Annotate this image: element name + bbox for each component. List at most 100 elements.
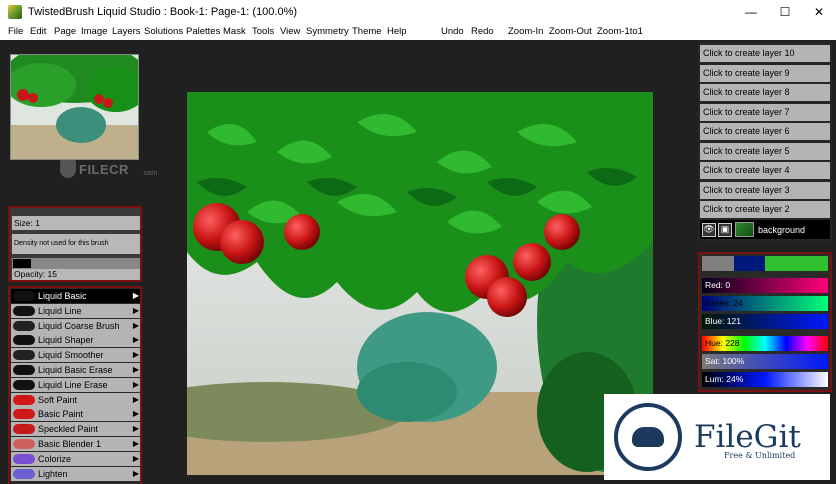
saturation-slider[interactable]: Sat: 100% (702, 354, 828, 369)
window-title: TwistedBrush Liquid Studio : Book-1: Pag… (28, 6, 298, 18)
brush-item[interactable]: Liquid Basic Erase ▶ (11, 363, 140, 377)
density-slider[interactable]: Density not used for this brush (12, 234, 140, 254)
eye-icon[interactable]: 👁 (702, 222, 716, 237)
brush-preview-icon (13, 291, 35, 301)
menu-mask[interactable]: Mask (223, 26, 246, 37)
create-layer-button[interactable]: Click to create layer 3 (700, 181, 830, 199)
brush-item[interactable]: Basic Blender 1 ▶ (11, 437, 140, 451)
create-layer-button[interactable]: Click to create layer 10 (700, 45, 830, 62)
brush-item[interactable]: Liquid Line Erase ▶ (11, 377, 140, 392)
color-swatch[interactable] (702, 256, 734, 271)
brush-label: Speckled Paint (38, 424, 99, 435)
menu-page[interactable]: Page (54, 26, 76, 37)
arrow-right-icon[interactable]: ▶ (133, 395, 139, 404)
arrow-right-icon[interactable]: ▶ (133, 454, 139, 463)
menu-image[interactable]: Image (81, 26, 107, 37)
menu-view[interactable]: View (280, 26, 300, 37)
close-button[interactable]: ✕ (802, 0, 836, 24)
brush-label: Colorize (38, 453, 72, 464)
menu-tools[interactable]: Tools (252, 26, 274, 37)
create-layer-button[interactable]: Click to create layer 5 (700, 142, 830, 160)
background-layer[interactable]: 👁 ▣ background (700, 220, 830, 239)
green-slider[interactable]: Green: 24 (702, 296, 828, 311)
color-swatch[interactable] (733, 256, 765, 271)
create-layer-button[interactable]: Click to create layer 8 (700, 84, 830, 101)
create-layer-button[interactable]: Click to create layer 2 (700, 201, 830, 218)
zoom-in-button[interactable]: Zoom-In (508, 26, 543, 37)
arrow-right-icon[interactable]: ▶ (133, 321, 139, 330)
lock-icon[interactable]: ▣ (718, 222, 732, 237)
layers-panel: Click to create layer 10 Click to create … (698, 42, 832, 241)
arrow-right-icon[interactable]: ▶ (133, 439, 139, 448)
brush-item[interactable]: Basic Paint ▶ (11, 407, 140, 422)
brush-item[interactable]: Liquid Basic ▶ (11, 289, 140, 303)
opacity-slider[interactable]: Opacity: 15 (12, 269, 140, 280)
color-swatch[interactable] (796, 256, 828, 271)
layer-thumbnail (735, 222, 754, 237)
brush-preview-icon (13, 424, 35, 435)
watermark-text: FILECR (79, 161, 129, 177)
brush-preview-icon (13, 320, 35, 331)
size-slider[interactable]: Size: 1 (12, 216, 140, 230)
menu-symmetry[interactable]: Symmetry (306, 26, 349, 37)
arrow-right-icon[interactable]: ▶ (133, 306, 139, 315)
window-controls: — ☐ ✕ (734, 0, 836, 24)
luminance-slider[interactable]: Lum: 24% (702, 372, 828, 387)
hue-slider[interactable]: Hue: 228 (702, 336, 828, 351)
brush-preview-icon (13, 439, 35, 449)
redo-button[interactable]: Redo (471, 26, 494, 37)
brush-label: Liquid Smoother (38, 350, 104, 361)
zoom-out-button[interactable]: Zoom-Out (549, 26, 592, 37)
brush-item[interactable]: Soft Paint ▶ (11, 392, 140, 407)
undo-button[interactable]: Undo (441, 26, 464, 37)
brush-settings-panel: Size: 1 Density not used for this brush … (8, 206, 142, 282)
menu-layers[interactable]: Layers (112, 26, 141, 37)
watermark-subtext: .com (142, 170, 158, 177)
brush-item[interactable]: Liquid Coarse Brush ▶ (11, 318, 140, 333)
zoom-1to1-button[interactable]: Zoom-1to1 (597, 26, 643, 37)
arrow-right-icon[interactable]: ▶ (133, 291, 139, 300)
create-layer-button[interactable]: Click to create layer 4 (700, 162, 830, 179)
density-label: Density not used for this brush (14, 240, 109, 247)
brush-label: Liquid Basic Erase (38, 365, 113, 375)
brush-label: Basic Paint (38, 409, 84, 420)
arrow-right-icon[interactable]: ▶ (133, 469, 139, 478)
brush-item[interactable]: Liquid Shaper ▶ (11, 333, 140, 348)
brush-label: Liquid Basic (38, 291, 87, 301)
arrow-right-icon[interactable]: ▶ (133, 409, 139, 418)
arrow-right-icon[interactable]: ▶ (133, 365, 139, 374)
blue-slider[interactable]: Blue: 121 (702, 314, 828, 329)
brush-item[interactable]: Liquid Line ▶ (11, 303, 140, 318)
brush-item[interactable]: Lighten ▶ (11, 466, 140, 481)
create-layer-button[interactable]: Click to create layer 9 (700, 64, 830, 82)
menu-file[interactable]: File (8, 26, 23, 37)
arrow-right-icon[interactable]: ▶ (133, 335, 139, 344)
menu-edit[interactable]: Edit (30, 26, 46, 37)
menu-theme[interactable]: Theme (352, 26, 382, 37)
create-layer-button[interactable]: Click to create layer 7 (700, 103, 830, 121)
minimize-button[interactable]: — (734, 0, 768, 24)
create-layer-button[interactable]: Click to create layer 6 (700, 123, 830, 140)
filegit-name: FileGit (694, 419, 801, 455)
painting-canvas[interactable] (187, 92, 653, 475)
color-swatch[interactable] (765, 256, 797, 271)
arrow-right-icon[interactable]: ▶ (133, 424, 139, 433)
current-color-box (13, 259, 31, 268)
brush-item[interactable]: Liquid Smoother ▶ (11, 348, 140, 363)
arrow-right-icon[interactable]: ▶ (133, 380, 139, 389)
opacity-label: Opacity: 15 (14, 269, 57, 279)
blue-label: Blue: 121 (705, 316, 741, 326)
brush-item[interactable]: Colorize ▶ (11, 451, 140, 466)
size-label: Size: 1 (14, 218, 40, 228)
menu-palettes[interactable]: Palettes (186, 26, 220, 37)
brush-color-swatch[interactable] (12, 258, 140, 269)
brush-preview-icon (13, 468, 35, 479)
brush-item[interactable]: Speckled Paint ▶ (11, 422, 140, 437)
menu-solutions[interactable]: Solutions (144, 26, 183, 37)
menu-help[interactable]: Help (387, 26, 407, 37)
navigator-thumbnail[interactable] (10, 54, 139, 160)
red-slider[interactable]: Red: 0 (702, 278, 828, 293)
canvas-artwork (187, 92, 653, 475)
maximize-button[interactable]: ☐ (768, 0, 802, 24)
arrow-right-icon[interactable]: ▶ (133, 350, 139, 359)
